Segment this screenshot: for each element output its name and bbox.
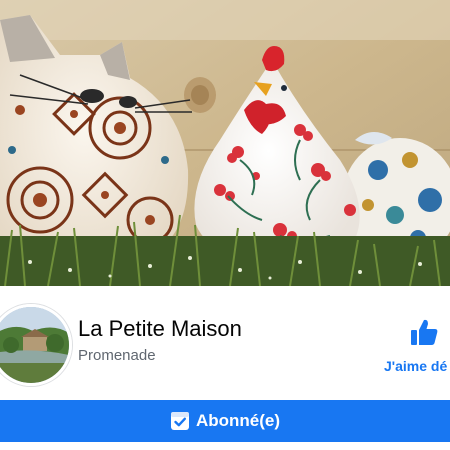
page-category: Promenade (78, 347, 156, 364)
bottom-divider (0, 442, 450, 450)
subscribed-button[interactable]: Abonné(e) (0, 400, 450, 442)
page-title: La Petite Maison (78, 316, 242, 341)
like-button[interactable]: J'aime dé (378, 316, 450, 376)
check-box-icon (170, 412, 189, 430)
thumbs-up-icon (411, 319, 438, 345)
like-label: J'aime dé (384, 358, 448, 374)
subscribed-label: Abonné(e) (195, 411, 281, 430)
profile-picture[interactable] (0, 304, 72, 386)
cover-photo[interactable] (0, 0, 450, 286)
page-info-section: La Petite Maison Promenade J'aime dé (0, 286, 450, 400)
